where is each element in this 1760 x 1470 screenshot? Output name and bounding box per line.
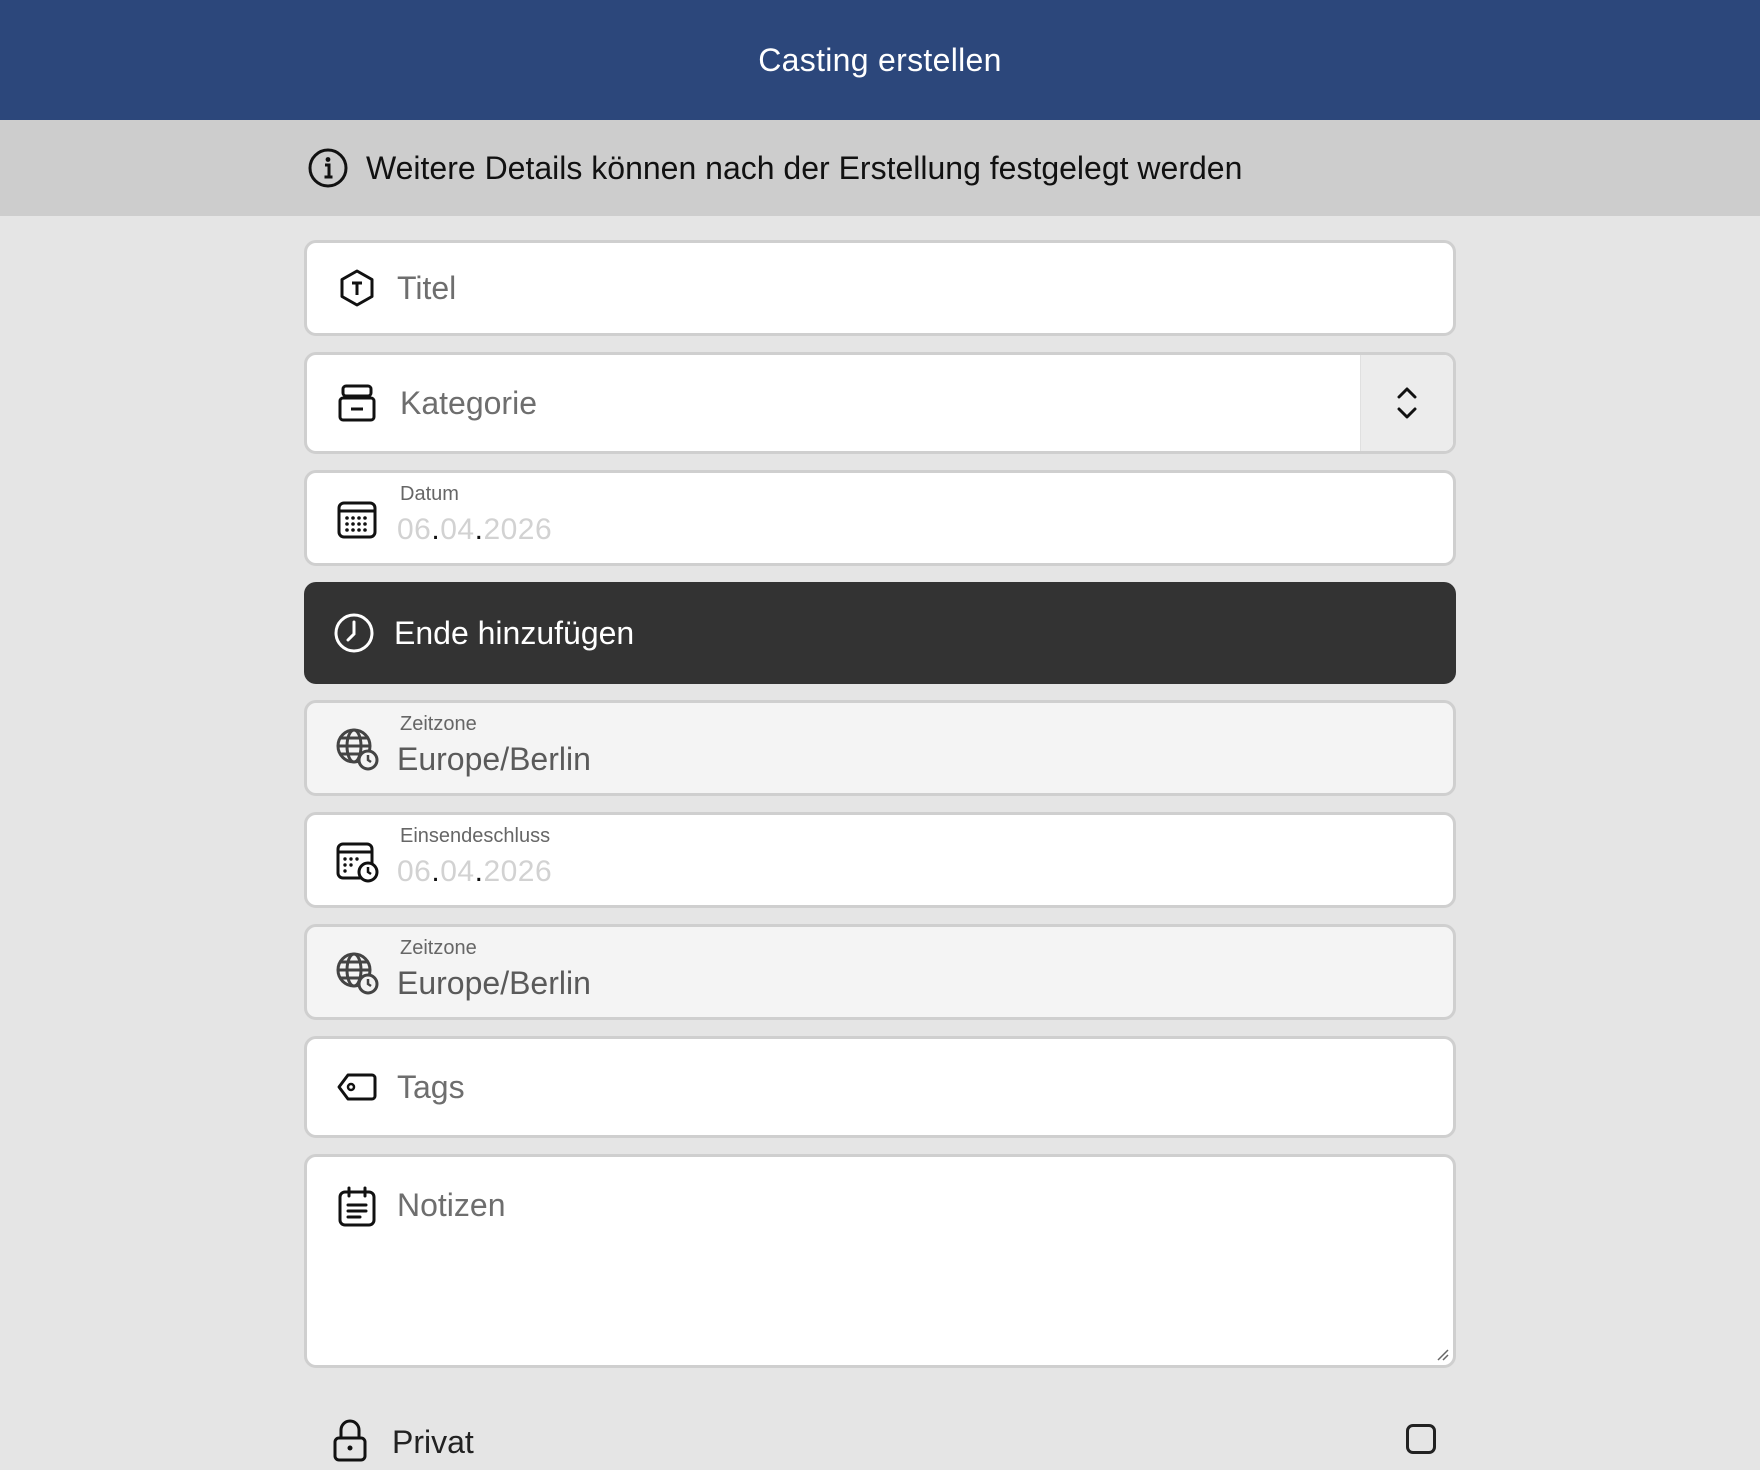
private-checkbox[interactable] xyxy=(1406,1424,1436,1454)
date-field[interactable]: Datum 06.04.2026 xyxy=(304,470,1456,566)
private-label: Privat xyxy=(392,1424,474,1460)
page-header: Casting erstellen xyxy=(0,0,1760,120)
title-field[interactable]: Titel xyxy=(304,240,1456,336)
timezone-value: Europe/Berlin xyxy=(397,741,591,777)
title-placeholder: Titel xyxy=(397,269,457,306)
title-icon xyxy=(335,266,379,310)
notes-textarea[interactable]: Notizen xyxy=(304,1154,1456,1368)
add-end-label: Ende hinzufügen xyxy=(394,614,635,651)
deadline-label: Einsendeschluss xyxy=(400,825,551,847)
timezone-label: Zeitzone xyxy=(400,713,477,735)
deadline-value: 06.04.2026 xyxy=(397,855,553,888)
info-text: Weitere Details können nach der Erstellu… xyxy=(366,149,1243,186)
category-select[interactable]: Kategorie xyxy=(304,352,1456,454)
select-toggle-button[interactable] xyxy=(1360,355,1453,451)
info-icon xyxy=(306,146,350,190)
tags-placeholder: Tags xyxy=(397,1068,465,1105)
date-label: Datum xyxy=(400,483,459,505)
tags-field[interactable]: Tags xyxy=(304,1036,1456,1138)
deadline-field[interactable]: Einsendeschluss 06.04.2026 xyxy=(304,812,1456,908)
notes-placeholder: Notizen xyxy=(397,1187,506,1223)
lock-icon xyxy=(332,1418,372,1462)
calendar-clock-icon xyxy=(335,839,379,883)
tag-icon xyxy=(335,1065,379,1109)
archive-icon xyxy=(335,381,379,425)
category-placeholder: Kategorie xyxy=(400,384,537,421)
timezone-field-deadline[interactable]: Zeitzone Europe/Berlin xyxy=(304,924,1456,1020)
timezone-label: Zeitzone xyxy=(400,937,477,959)
page-title: Casting erstellen xyxy=(758,41,1002,78)
calendar-icon xyxy=(335,497,379,541)
timezone-field-start[interactable]: Zeitzone Europe/Berlin xyxy=(304,700,1456,796)
add-end-button[interactable]: Ende hinzufügen xyxy=(304,582,1456,684)
globe-clock-icon xyxy=(335,727,379,771)
resize-handle[interactable] xyxy=(1435,1347,1449,1361)
globe-clock-icon xyxy=(335,951,379,995)
info-banner: Weitere Details können nach der Erstellu… xyxy=(0,120,1760,216)
chevron-up-down-icon xyxy=(1397,387,1417,419)
timezone-value: Europe/Berlin xyxy=(397,965,591,1001)
clock-icon xyxy=(332,611,376,655)
notes-icon xyxy=(335,1185,379,1229)
private-row: Privat xyxy=(304,1410,1456,1470)
date-value: 06.04.2026 xyxy=(397,513,553,546)
